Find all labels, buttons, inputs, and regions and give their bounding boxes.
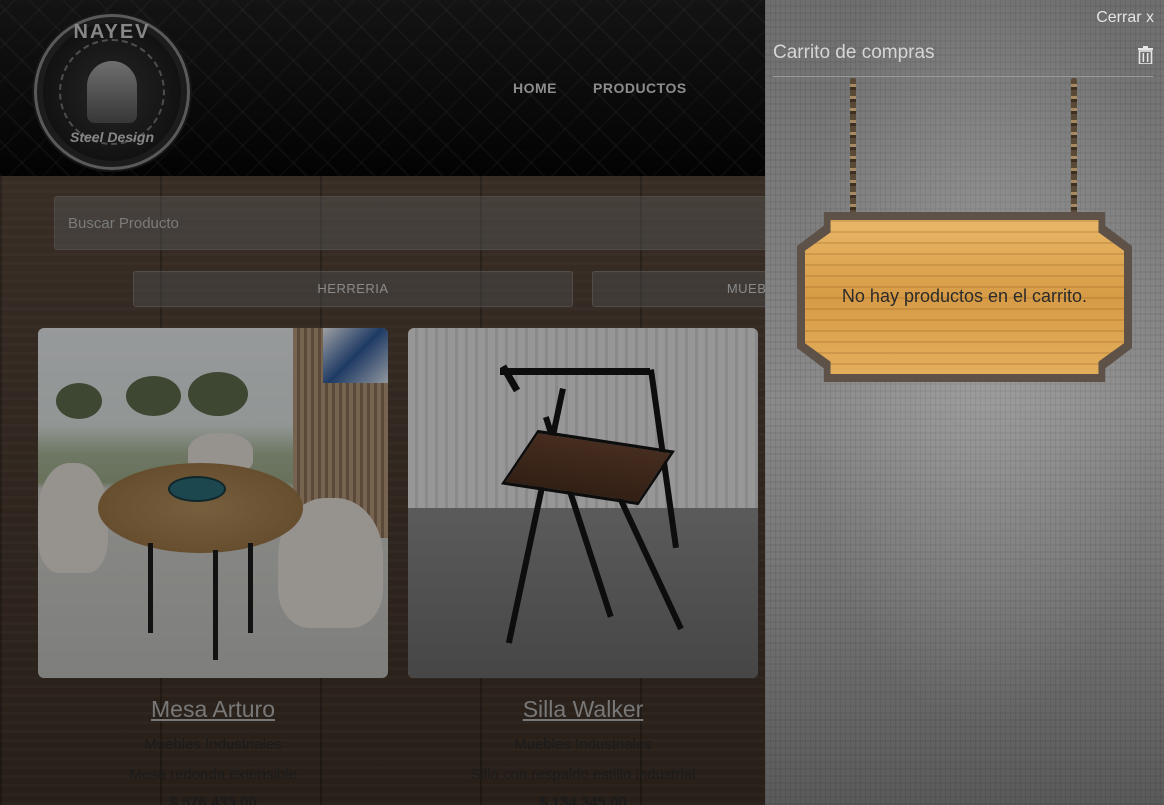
cart-title: Carrito de compras — [773, 42, 935, 63]
cart-divider — [773, 76, 1153, 77]
empty-cart-message: No hay productos en el carrito. — [841, 286, 1088, 306]
close-cart-button[interactable]: Cerrar x — [1096, 9, 1154, 27]
sign-chain — [850, 78, 856, 216]
trash-icon[interactable] — [1138, 46, 1153, 64]
cart-drawer: Cerrar x Carrito de compras No hay produ… — [765, 0, 1164, 805]
sign-chain — [1071, 78, 1077, 216]
empty-cart-sign: No hay productos en el carrito. — [797, 212, 1132, 382]
